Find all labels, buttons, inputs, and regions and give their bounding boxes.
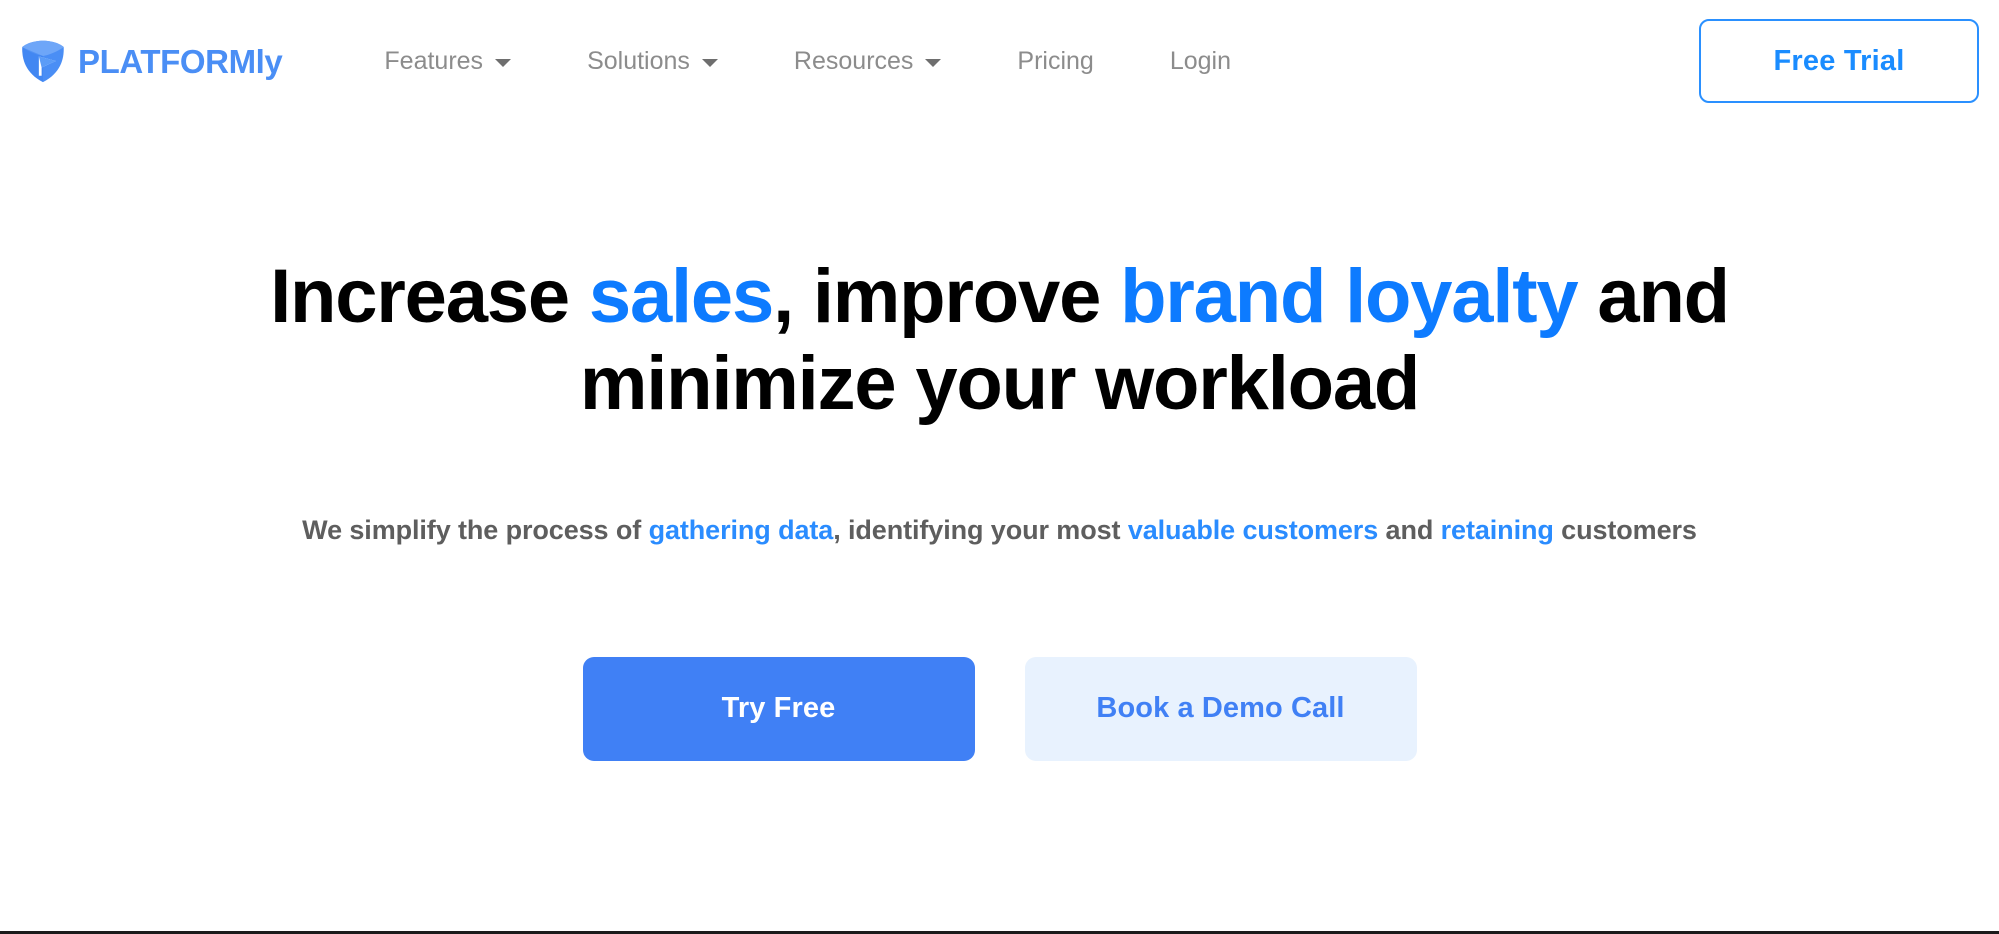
chevron-down-icon <box>495 58 512 67</box>
free-trial-button[interactable]: Free Trial <box>1699 19 1979 103</box>
nav-item-resources[interactable]: Resources <box>756 39 980 84</box>
subhead-accent-retaining: retaining <box>1440 515 1554 546</box>
nav-item-solutions[interactable]: Solutions <box>549 39 756 84</box>
subhead-accent-gathering-data: gathering data <box>648 515 834 546</box>
hero-subheadline: We simplify the process of gathering dat… <box>0 509 1999 553</box>
landing-page: PLATFORMly Features Solutions Resources … <box>0 0 1999 934</box>
nav-label: Features <box>384 46 484 75</box>
page-title: Increase sales, improve brand loyalty an… <box>0 254 1999 427</box>
nav-label: Pricing <box>1017 46 1094 75</box>
nav-item-pricing[interactable]: Pricing <box>979 39 1131 84</box>
cta-button-row: Try Free Book a Demo Call <box>0 656 1999 761</box>
nav-label: Resources <box>793 46 914 75</box>
shield-play-logo-icon <box>22 40 64 83</box>
try-free-button[interactable]: Try Free <box>582 656 975 761</box>
headline-part-2: , improve <box>773 254 1121 339</box>
nav-label: Login <box>1169 46 1232 75</box>
brand-name: PLATFORMly <box>78 42 283 80</box>
subhead-part-1: We simplify the process of <box>302 515 649 546</box>
headline-accent-brand-loyalty: brand loyalty <box>1120 254 1579 339</box>
subhead-part-2: , identifying your most <box>833 515 1128 546</box>
headline-part-1: Increase <box>270 254 589 339</box>
hero-section: Increase sales, improve brand loyalty an… <box>0 122 1999 761</box>
site-header: PLATFORMly Features Solutions Resources … <box>0 0 1999 122</box>
book-demo-call-button[interactable]: Book a Demo Call <box>1024 656 1417 761</box>
subhead-part-3: and <box>1378 515 1441 546</box>
nav-item-login[interactable]: Login <box>1132 39 1269 84</box>
subhead-part-4: customers <box>1553 515 1697 546</box>
nav-item-features[interactable]: Features <box>346 39 549 84</box>
subhead-accent-valuable-customers: valuable customers <box>1127 515 1379 546</box>
brand-logo-link[interactable]: PLATFORMly <box>20 38 283 84</box>
headline-accent-sales: sales <box>588 254 774 339</box>
chevron-down-icon <box>925 58 942 67</box>
main-navigation: Features Solutions Resources Pricing Log… <box>346 39 1269 84</box>
nav-label: Solutions <box>587 46 690 75</box>
chevron-down-icon <box>701 58 718 67</box>
